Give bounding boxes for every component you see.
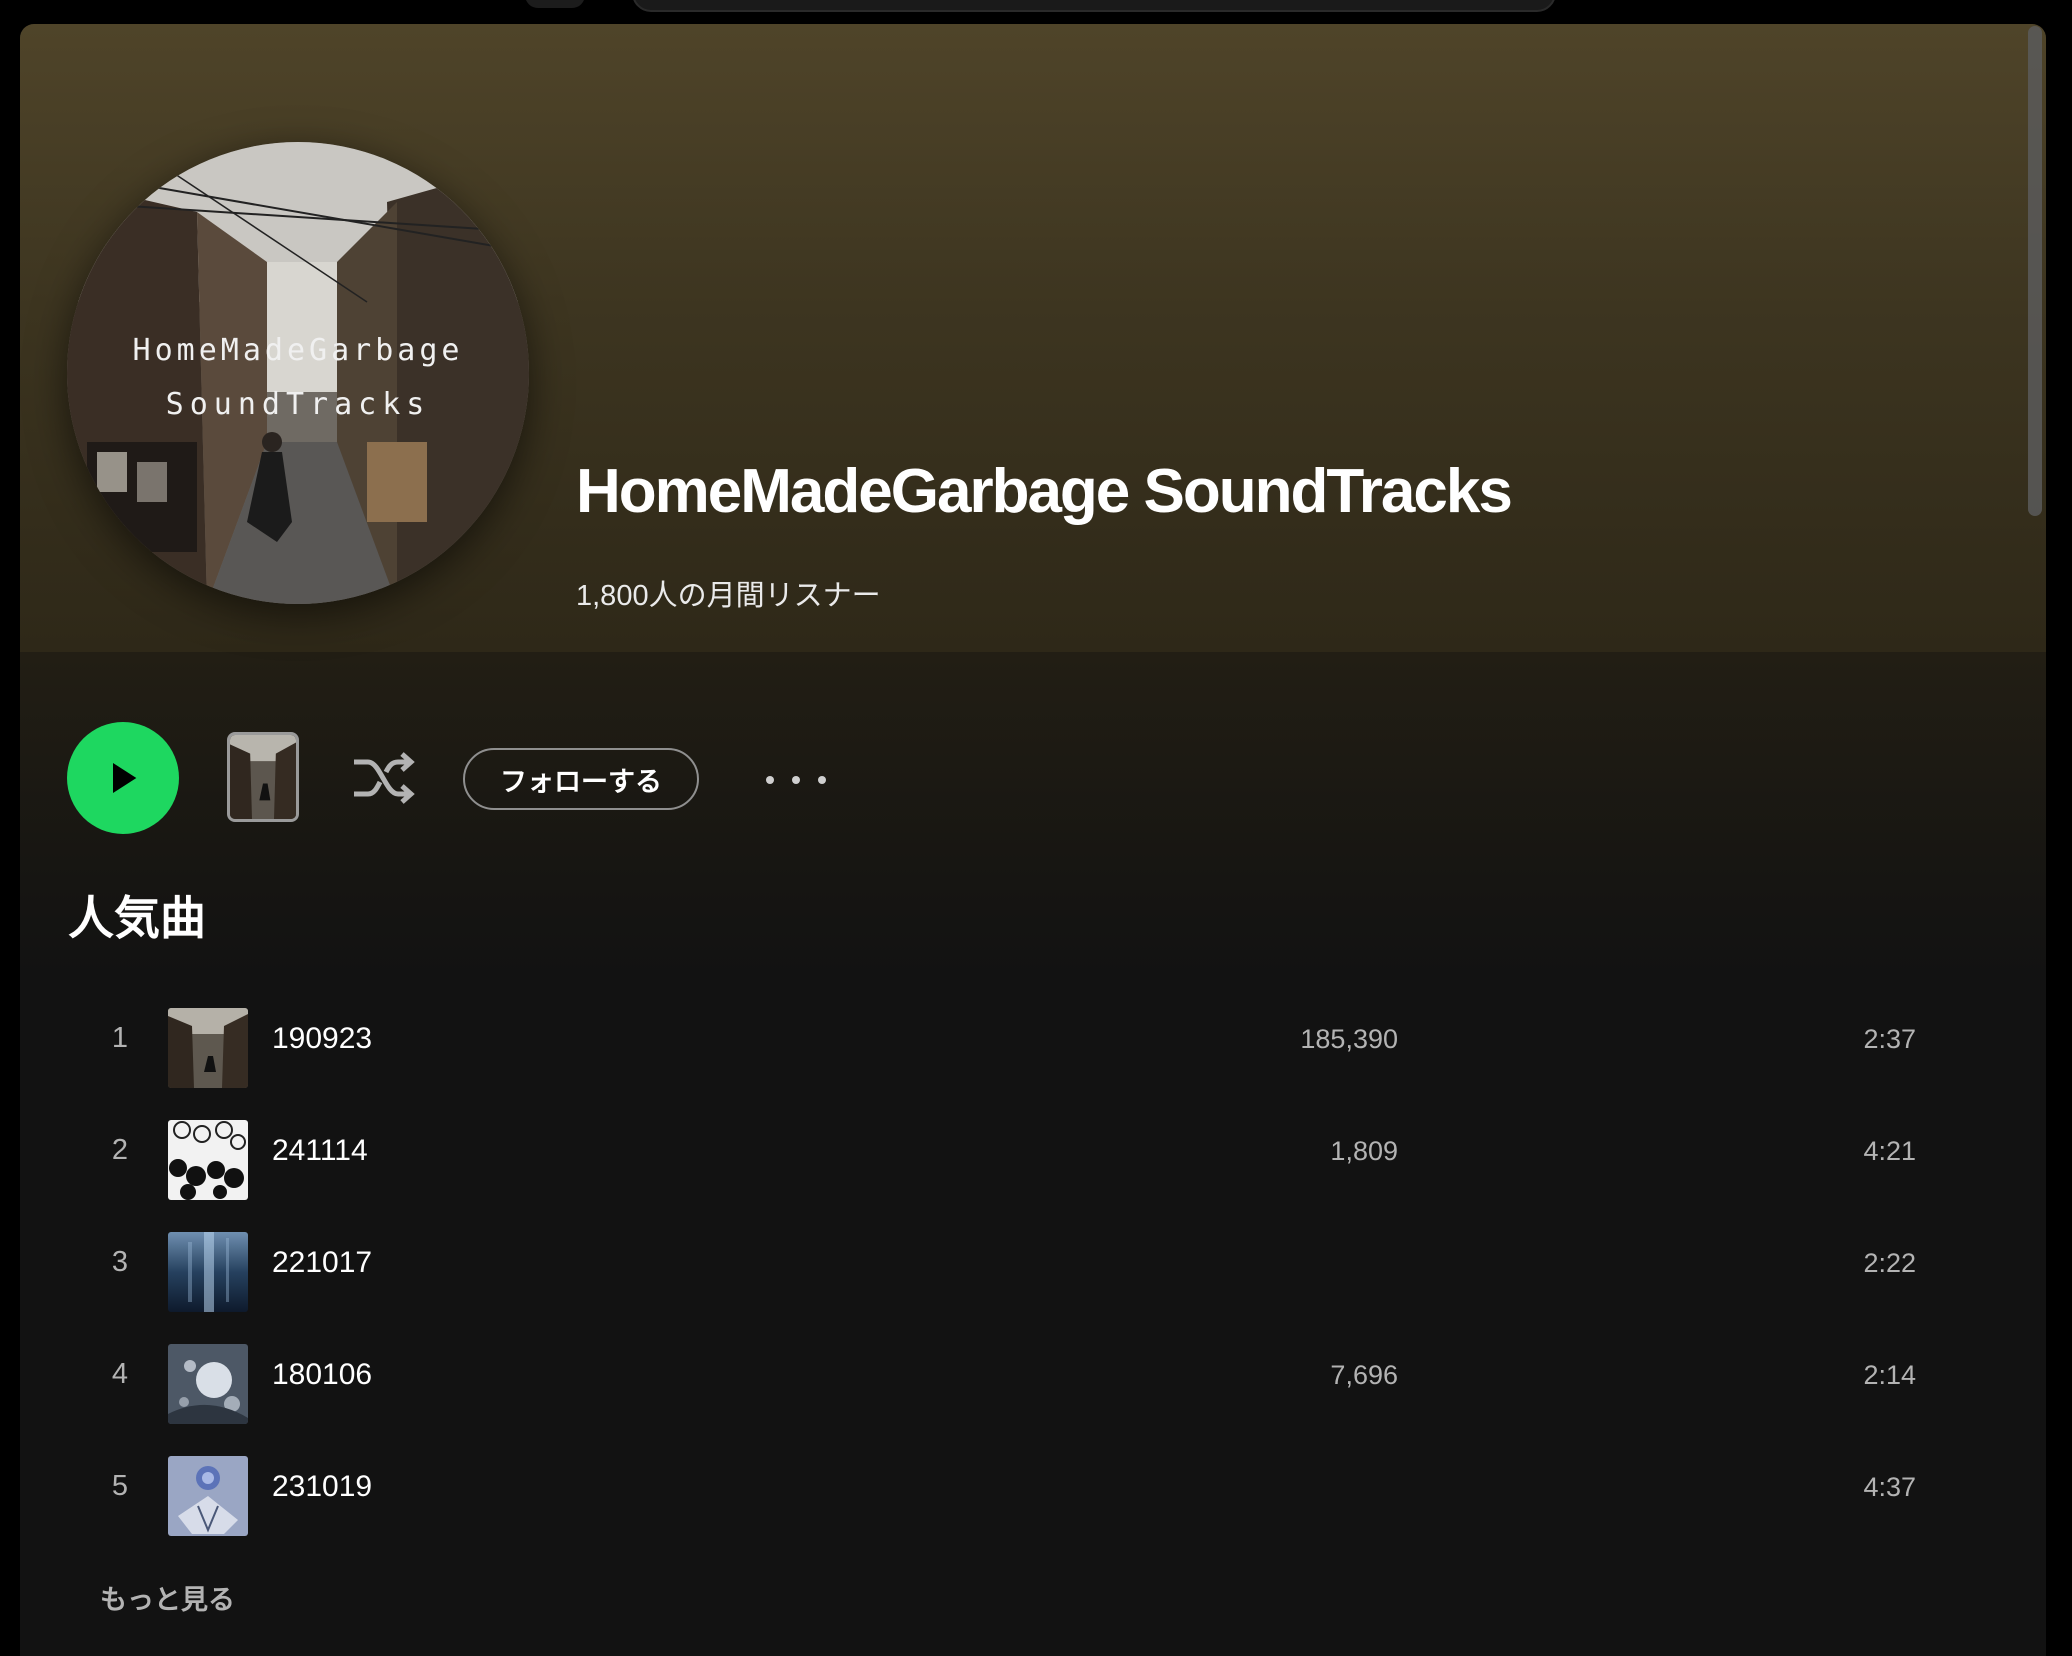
scrollbar[interactable] [2028, 26, 2042, 516]
artist-avatar: HomeMadeGarbage SoundTracks [67, 142, 529, 604]
track-duration: 4:37 [1863, 1472, 1916, 1502]
track-plays: 185,390 [1300, 1024, 1398, 1054]
track-row[interactable]: 4 180106 7,696 2:14 [20, 1328, 2046, 1440]
track-row[interactable]: 2 241114 1,809 4:21 [20, 1104, 2046, 1216]
track-art [168, 1008, 248, 1088]
track-title[interactable]: 241114 [272, 1134, 368, 1168]
play-button[interactable] [67, 722, 179, 834]
track-rank: 2 [111, 1134, 129, 1166]
avatar-text-line2: SoundTracks [166, 387, 431, 422]
shuffle-button[interactable] [350, 748, 416, 808]
track-art [168, 1120, 248, 1200]
track-plays: 1,809 [1330, 1136, 1398, 1166]
track-rank: 4 [111, 1358, 129, 1390]
track-rank: 5 [111, 1470, 129, 1502]
more-options-button[interactable] [766, 760, 826, 800]
follow-button[interactable]: フォローする [463, 748, 699, 810]
artist-page: HomeMadeGarbage SoundTracks HomeMadeGarb… [20, 24, 2046, 1656]
artist-preview-button[interactable] [227, 732, 299, 822]
avatar-text-line1: HomeMadeGarbage [133, 333, 464, 368]
track-row[interactable]: 5 231019 4:37 [20, 1440, 2046, 1552]
track-art [168, 1456, 248, 1536]
track-art [168, 1344, 248, 1424]
track-duration: 2:14 [1863, 1360, 1916, 1390]
track-duration: 2:22 [1863, 1248, 1916, 1278]
window-nav-chip[interactable] [525, 0, 585, 8]
popular-tracks-heading: 人気曲 [68, 892, 206, 944]
track-art [168, 1232, 248, 1312]
more-icon [766, 776, 826, 784]
artist-name: HomeMadeGarbage SoundTracks [576, 457, 1513, 526]
top-search-bar[interactable] [632, 0, 1556, 12]
track-duration: 2:37 [1863, 1024, 1916, 1054]
track-row[interactable]: 1 190923 185,390 2:37 [20, 992, 2046, 1104]
track-plays: 7,696 [1330, 1360, 1398, 1390]
preview-thumbnail [230, 735, 296, 819]
shuffle-icon [354, 752, 415, 804]
track-rank: 1 [111, 1022, 129, 1054]
play-icon [113, 763, 137, 793]
show-more-link[interactable]: もっと見る [100, 1578, 235, 1617]
track-title[interactable]: 180106 [272, 1358, 372, 1392]
track-title[interactable]: 221017 [272, 1246, 372, 1280]
track-rank: 3 [111, 1246, 129, 1278]
action-bar: フォローする [20, 700, 2046, 834]
track-row[interactable]: 3 221017 2:22 [20, 1216, 2046, 1328]
track-title[interactable]: 231019 [272, 1470, 372, 1504]
track-title[interactable]: 190923 [272, 1022, 372, 1056]
track-duration: 4:21 [1863, 1136, 1916, 1166]
monthly-listeners: 1,800人の月間リスナー [576, 580, 881, 612]
